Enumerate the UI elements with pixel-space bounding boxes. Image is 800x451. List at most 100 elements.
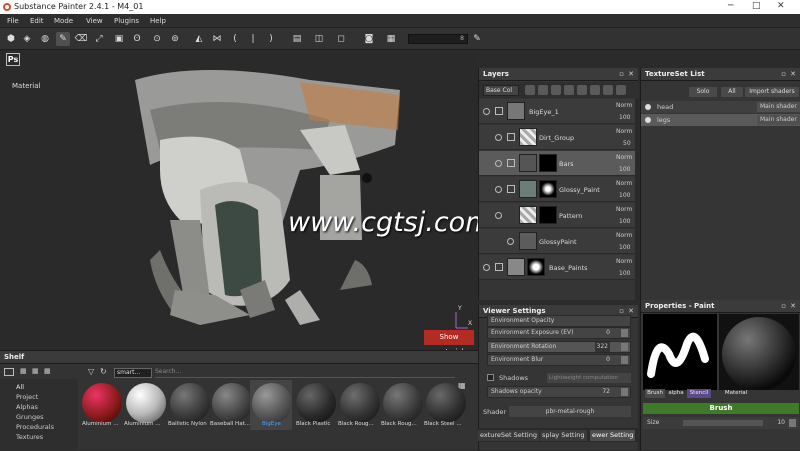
panel-float-icon[interactable]: ▫ (781, 70, 786, 78)
size-value[interactable]: 10 (777, 417, 785, 429)
viewport-3d[interactable]: Ps Material Y X www.cgtsj.com Show mater… (0, 50, 478, 350)
panel-close-icon[interactable]: ✕ (628, 307, 634, 315)
paint-brush-icon[interactable]: ✎ (56, 32, 70, 46)
add-mask-icon[interactable] (538, 85, 548, 95)
tab-alpha[interactable]: alpha (667, 389, 685, 398)
toolbar-slider[interactable]: 8 (408, 34, 468, 44)
panel-close-icon[interactable]: ✕ (628, 70, 634, 78)
menu-plugins[interactable]: Plugins (114, 17, 139, 25)
bracket-left-icon[interactable]: ( (228, 32, 242, 46)
shadows-opacity-row[interactable]: Shadows opacity 72 (487, 386, 631, 398)
material-icon[interactable]: ◍ (38, 32, 52, 46)
all-button[interactable]: All (721, 87, 743, 97)
menu-help[interactable]: Help (150, 17, 166, 25)
edit-icon[interactable] (789, 419, 796, 427)
layers-scrollbar[interactable] (635, 98, 639, 300)
radio-icon[interactable] (645, 104, 651, 110)
projection-icon[interactable]: ⤢ (92, 32, 106, 46)
bracket-right-icon[interactable]: ) (264, 32, 278, 46)
bracket-mid-icon[interactable]: | (246, 32, 260, 46)
env-opacity-row[interactable]: Environment Opacity (487, 315, 631, 327)
visibility-eye-icon[interactable] (483, 108, 490, 115)
layer-blend[interactable]: Norm (616, 180, 632, 187)
edit-icon[interactable] (621, 356, 628, 364)
layer-row[interactable]: BigEye_1 Norm 100 (479, 99, 635, 124)
material-thumb[interactable] (82, 383, 122, 423)
folder-icon[interactable] (507, 133, 515, 141)
shadows-mode-select[interactable]: Lightweight computation (547, 373, 631, 383)
env-blur-value[interactable]: 0 (606, 355, 610, 365)
tab-textureset-settings[interactable]: extureSet Setting (478, 430, 539, 441)
material-thumb[interactable] (212, 383, 252, 423)
visibility-eye-icon[interactable] (507, 238, 514, 245)
edit-icon[interactable] (621, 329, 628, 337)
folder-icon[interactable] (507, 185, 515, 193)
menu-mode[interactable]: Mode (54, 17, 73, 25)
visibility-eye-icon[interactable] (495, 134, 502, 141)
pencil-edit-icon[interactable]: ✎ (470, 32, 484, 46)
add-folder-icon[interactable] (564, 85, 574, 95)
shelf-filter-tag[interactable]: smart... (114, 368, 152, 378)
tab-display-settings[interactable]: splay Setting (540, 430, 587, 441)
menu-edit[interactable]: Edit (30, 17, 44, 25)
brush-alpha-preview[interactable] (643, 314, 717, 390)
env-rotation-value[interactable]: 322 (594, 342, 610, 352)
panel-float-icon[interactable]: ▫ (619, 307, 624, 315)
shader-select[interactable]: Main shader (757, 115, 800, 125)
view-3d-icon[interactable]: ◻ (334, 32, 348, 46)
material-thumb[interactable] (383, 383, 423, 423)
layer-row[interactable]: GlossyPaint Norm 100 (479, 229, 635, 254)
brush-size-row[interactable]: Size 10 (643, 417, 799, 429)
duplicate-icon[interactable] (603, 85, 613, 95)
panel-close-icon[interactable]: ✕ (790, 70, 796, 78)
add-effect-icon[interactable] (525, 85, 535, 95)
category-item[interactable]: Procedurals (16, 423, 54, 431)
menu-view[interactable]: View (86, 17, 103, 25)
panel-close-icon[interactable]: ✕ (790, 302, 796, 310)
layer-blend[interactable]: Norm (616, 206, 632, 213)
layer-row[interactable]: Glossy_Paint Norm 100 (479, 177, 635, 202)
shelf-tool-icon[interactable]: ▦ (44, 367, 51, 375)
layer-blend[interactable]: Norm (616, 232, 632, 239)
panel-float-icon[interactable]: ▫ (781, 302, 786, 310)
env-exposure-row[interactable]: Environment Exposure (EV) 0 (487, 327, 631, 339)
add-fill-icon[interactable] (577, 85, 587, 95)
filter-icon[interactable]: ▽ (88, 367, 94, 376)
brush-section-header[interactable]: Brush (643, 403, 799, 414)
layer-row[interactable]: Base_Paints Norm 100 (479, 255, 635, 280)
folder-icon[interactable] (507, 159, 515, 167)
shelf-tool-icon[interactable]: ▦ (32, 367, 39, 375)
category-item[interactable]: All (16, 383, 24, 391)
env-exposure-value[interactable]: 0 (606, 328, 610, 338)
layer-blend[interactable]: Norm (616, 102, 632, 109)
symmetry-icon[interactable]: ⋈ (210, 32, 224, 46)
import-shaders-button[interactable]: Import shaders (745, 87, 799, 97)
smudge-icon[interactable]: ʘ (130, 32, 144, 46)
size-slider[interactable] (683, 420, 763, 426)
tab-material[interactable]: Material (721, 389, 751, 398)
material-thumb-selected[interactable] (252, 383, 292, 423)
material-thumb[interactable] (296, 383, 336, 423)
add-layer-icon[interactable] (590, 85, 600, 95)
material-thumb[interactable] (126, 383, 166, 423)
tab-viewer-settings[interactable]: ewer Setting (590, 430, 636, 441)
cube-view-icon[interactable]: ◈ (20, 32, 34, 46)
visibility-eye-icon[interactable] (495, 160, 502, 167)
category-item[interactable]: Grunges (16, 413, 43, 421)
layer-row[interactable]: Pattern Norm 100 (479, 203, 635, 228)
edit-icon[interactable] (621, 388, 628, 396)
show-material-button[interactable]: Show material (424, 330, 474, 350)
shelf-tool-icon[interactable]: ▦ (20, 367, 27, 375)
layer-opacity[interactable]: 100 (619, 166, 630, 173)
layer-opacity[interactable]: 100 (619, 192, 630, 199)
category-item[interactable]: Textures (16, 433, 43, 441)
shadows-opacity-value[interactable]: 72 (602, 387, 610, 397)
layer-opacity[interactable]: 100 (619, 114, 630, 121)
material-thumb[interactable] (170, 383, 210, 423)
maximize-button[interactable]: □ (752, 1, 761, 11)
layer-blend[interactable]: Norm (616, 258, 632, 265)
picker-icon[interactable]: ⊚ (168, 32, 182, 46)
layer-blend[interactable]: Norm (616, 128, 632, 135)
layer-opacity[interactable]: 50 (623, 140, 631, 147)
visibility-eye-icon[interactable] (495, 212, 502, 219)
